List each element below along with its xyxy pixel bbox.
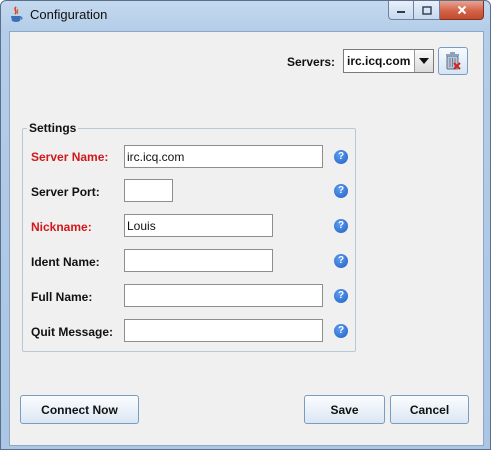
- server-port-label: Server Port:: [31, 185, 100, 199]
- settings-group-title: Settings: [27, 121, 79, 135]
- close-icon: [457, 5, 466, 15]
- help-icon[interactable]: ?: [334, 219, 348, 233]
- trash-delete-icon: [446, 52, 461, 70]
- java-cup-icon: [9, 6, 23, 24]
- ident-name-label: Ident Name:: [31, 255, 100, 269]
- full-name-input[interactable]: [124, 284, 323, 307]
- quit-message-input[interactable]: [124, 319, 323, 342]
- server-name-label: Server Name:: [31, 150, 109, 164]
- servers-dropdown-arrow[interactable]: [414, 50, 433, 72]
- nickname-input[interactable]: [124, 214, 273, 237]
- maximize-button[interactable]: [414, 1, 440, 20]
- help-icon[interactable]: ?: [334, 254, 348, 268]
- full-name-label: Full Name:: [31, 290, 93, 304]
- ident-name-input[interactable]: [124, 249, 273, 272]
- save-button[interactable]: Save: [304, 395, 385, 424]
- server-name-input[interactable]: [124, 145, 323, 168]
- maximize-icon: [421, 5, 432, 15]
- connect-now-button[interactable]: Connect Now: [20, 395, 139, 424]
- delete-server-button[interactable]: [438, 47, 468, 75]
- servers-dropdown[interactable]: irc.icq.com: [343, 49, 434, 73]
- window-title: Configuration: [30, 7, 108, 22]
- help-icon[interactable]: ?: [334, 150, 348, 164]
- help-icon[interactable]: ?: [334, 184, 348, 198]
- close-button[interactable]: [440, 1, 484, 20]
- dialog-content: Servers: irc.icq.com Settings Server Nam…: [9, 31, 484, 446]
- nickname-label: Nickname:: [31, 220, 92, 234]
- help-icon[interactable]: ?: [334, 289, 348, 303]
- chevron-down-icon: [419, 58, 429, 64]
- servers-dropdown-value: irc.icq.com: [347, 54, 411, 68]
- minimize-icon: [397, 11, 405, 13]
- server-port-input[interactable]: [124, 179, 173, 202]
- configuration-window: Configuration Servers: irc.icq.com Setti…: [0, 0, 491, 450]
- minimize-button[interactable]: [388, 1, 414, 20]
- servers-label: Servers:: [287, 55, 336, 69]
- help-icon[interactable]: ?: [334, 324, 348, 338]
- cancel-button[interactable]: Cancel: [390, 395, 469, 424]
- title-bar[interactable]: Configuration: [1, 1, 490, 29]
- quit-message-label: Quit Message:: [31, 325, 114, 339]
- caption-buttons: [388, 1, 484, 21]
